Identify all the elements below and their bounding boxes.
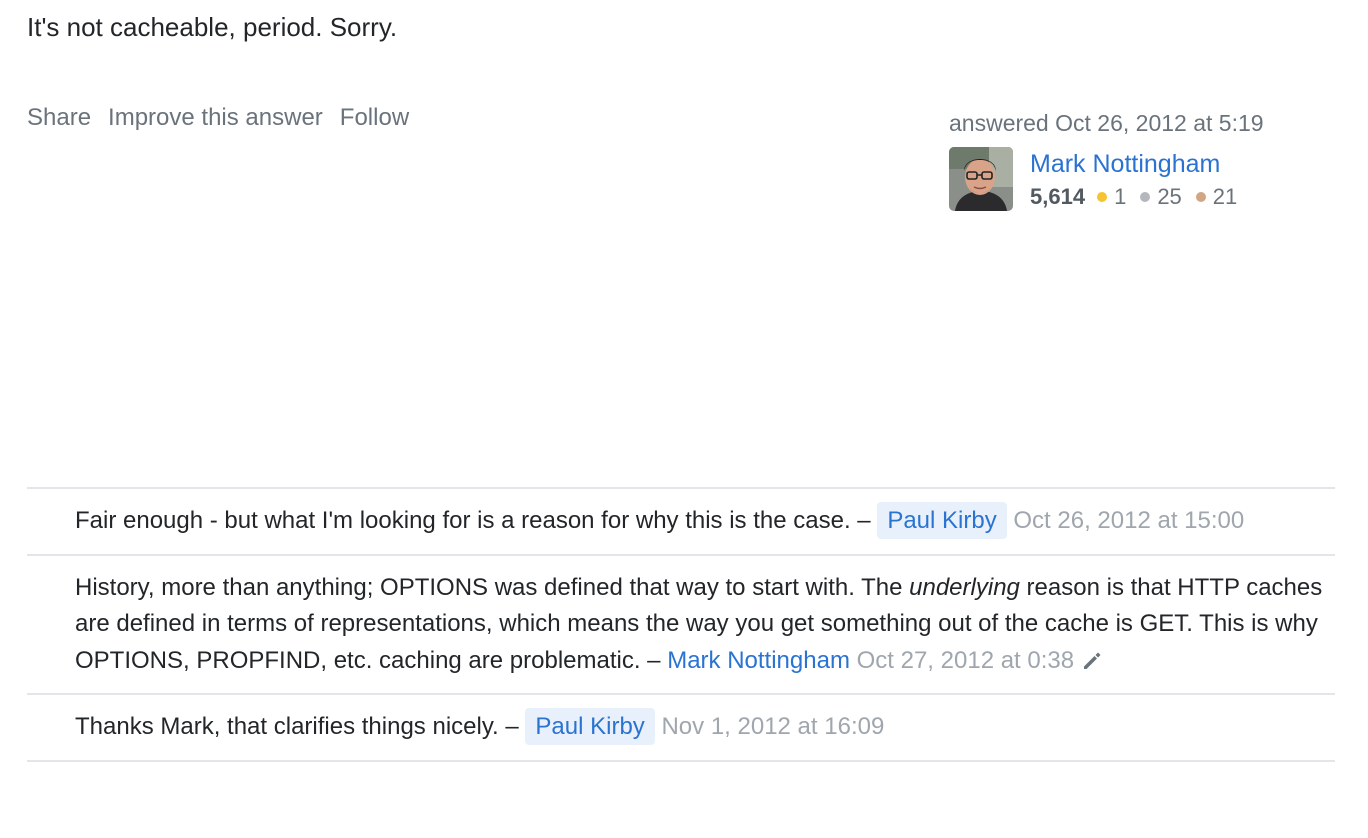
user-avatar-photo-icon (949, 147, 1013, 211)
post-menu: Share Improve this answer Follow (27, 101, 409, 135)
comment-separator: – (850, 507, 878, 534)
reputation-score: 5,614 (1030, 184, 1086, 209)
comment-date[interactable]: Oct 27, 2012 at 0:38 (857, 647, 1075, 674)
avatar[interactable] (949, 147, 1013, 211)
user-action-time: answered Oct 26, 2012 at 5:19 (949, 110, 1264, 136)
silver-badge-icon (1140, 192, 1151, 202)
share-link[interactable]: Share (27, 101, 91, 135)
comment-text: Fair enough - but what I'm looking for i… (75, 507, 851, 534)
user-card: answered Oct 26, 2012 at 5:19 Mark Notti… (949, 106, 1329, 214)
bronze-badge-icon (1195, 192, 1206, 202)
comment-date[interactable]: Oct 26, 2012 at 15:00 (1013, 507, 1244, 534)
user-stats: 5,614 1 25 21 (1030, 180, 1251, 214)
answer-body: It's not cacheable, period. Sorry. (27, 9, 397, 45)
comments-list: Fair enough - but what I'm looking for i… (27, 487, 1335, 762)
comment-text: Thanks Mark, that clarifies things nicel… (75, 713, 499, 740)
comment-item: Fair enough - but what I'm looking for i… (27, 489, 1335, 556)
comment-separator: – (640, 646, 668, 674)
user-row: Mark Nottingham 5,614 1 25 21 (949, 147, 1329, 214)
comment-text-before: History, more than anything; OPTIONS was… (75, 573, 910, 601)
comment-date[interactable]: Nov 1, 2012 at 16:09 (661, 713, 884, 740)
comment-separator: – (498, 713, 526, 740)
gold-badge-icon (1097, 192, 1108, 202)
comment-item: History, more than anything; OPTIONS was… (27, 556, 1335, 695)
silver-badges: 25 (1140, 180, 1182, 214)
gold-badges: 1 (1097, 180, 1126, 214)
comment-item: Thanks Mark, that clarifies things nicel… (27, 695, 1335, 762)
bronze-badge-count: 21 (1212, 184, 1238, 209)
answer-text: It's not cacheable, period. Sorry. (27, 12, 398, 42)
gold-badge-count: 1 (1114, 184, 1127, 209)
improve-answer-link[interactable]: Improve this answer (108, 101, 323, 135)
comment-text-emphasis: underlying (909, 573, 1020, 601)
bronze-badges: 21 (1195, 180, 1238, 214)
follow-link[interactable]: Follow (340, 101, 409, 135)
comment-user-link[interactable]: Paul Kirby (877, 502, 1007, 539)
user-details: Mark Nottingham 5,614 1 25 21 (1030, 147, 1251, 214)
comment-user-link[interactable]: Paul Kirby (525, 708, 655, 745)
silver-badge-count: 25 (1157, 184, 1182, 209)
comment-user-link[interactable]: Mark Nottingham (667, 647, 850, 674)
pencil-icon[interactable] (1080, 649, 1104, 673)
user-name-link[interactable]: Mark Nottingham (1030, 148, 1251, 180)
